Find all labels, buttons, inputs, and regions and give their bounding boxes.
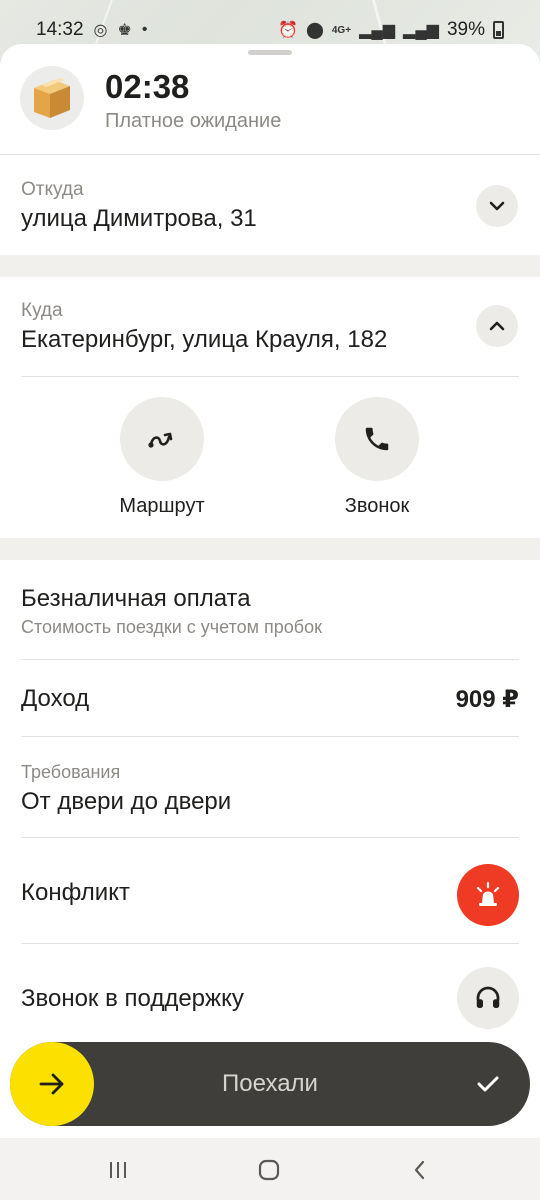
instagram-icon: ◎ [93,22,108,39]
expand-from-button[interactable] [476,185,518,227]
recent-apps-button[interactable] [104,1156,132,1184]
system-nav-bar [0,1138,540,1200]
call-action[interactable]: Звонок [302,397,452,518]
go-slider[interactable]: Поехали [10,1042,530,1126]
phone-icon [365,427,389,451]
support-call-button[interactable] [457,967,519,1029]
route-icon [148,432,173,448]
requirements-divider [21,837,519,838]
to-divider [21,376,519,377]
payment-title: Безналичная оплата [21,585,251,612]
call-button[interactable] [335,397,419,481]
order-sheet: 02:38 Платное ожидание Откуда улица Дими… [0,44,540,1138]
route-button[interactable] [120,397,204,481]
chevron-down-icon [489,201,505,211]
location-icon: ⬤ [305,22,324,39]
waiting-timer: 02:38 [105,68,190,105]
box-icon [34,78,70,118]
app-notification-icon: ♚ [117,22,132,39]
chevron-up-icon [489,321,505,331]
route-action[interactable]: Маршрут [87,397,237,518]
network-type: 4G+ [331,24,352,36]
signal-icon-2: ▂▄▆ [403,22,439,39]
delivery-box-avatar [20,66,84,130]
to-label: Куда [21,300,63,321]
home-button[interactable] [255,1156,283,1184]
arrow-right-icon [39,1073,64,1095]
route-label: Маршрут [119,495,205,517]
check-icon [477,1076,499,1092]
income-value: 909 ₽ [455,686,519,713]
support-label: Звонок в поддержку [21,985,244,1012]
to-address: Екатеринбург, улица Крауля, 182 [21,326,388,353]
slider-knob[interactable] [10,1042,94,1126]
siren-icon [476,881,500,906]
section-gap-2 [0,538,540,560]
call-label: Звонок [344,495,410,517]
alarm-icon: ⏰ [278,22,298,39]
from-label: Откуда [21,179,84,200]
conflict-divider [21,943,519,944]
requirements-value: От двери до двери [21,788,232,815]
requirements-label: Требования [21,762,121,782]
recent-apps-icon [110,1162,126,1178]
back-icon [414,1160,425,1180]
home-icon [258,1159,280,1181]
payment-divider [21,659,519,660]
battery-icon [493,21,504,39]
income-divider [21,736,519,737]
conflict-label: Конфликт [21,879,130,906]
notification-dot-icon: • [141,21,148,38]
order-header: 02:38 Платное ожидание [0,44,540,154]
signal-icon: ▂▄▆ [359,22,396,39]
income-label: Доход [21,685,90,712]
headset-icon [476,986,500,1008]
waiting-caption: Платное ожидание [105,110,282,132]
status-time: 14:32 [36,19,84,40]
section-gap [0,255,540,277]
to-section[interactable]: Куда Екатеринбург, улица Крауля, 182 [0,277,540,377]
collapse-to-button[interactable] [476,305,518,347]
conflict-button[interactable] [457,864,519,926]
back-button[interactable] [406,1156,434,1184]
from-address: улица Димитрова, 31 [21,205,257,232]
battery-percent: 39% [446,19,485,40]
from-section[interactable]: Откуда улица Димитрова, 31 [0,155,540,255]
payment-subtitle: Стоимость поездки с учетом пробок [21,617,322,637]
